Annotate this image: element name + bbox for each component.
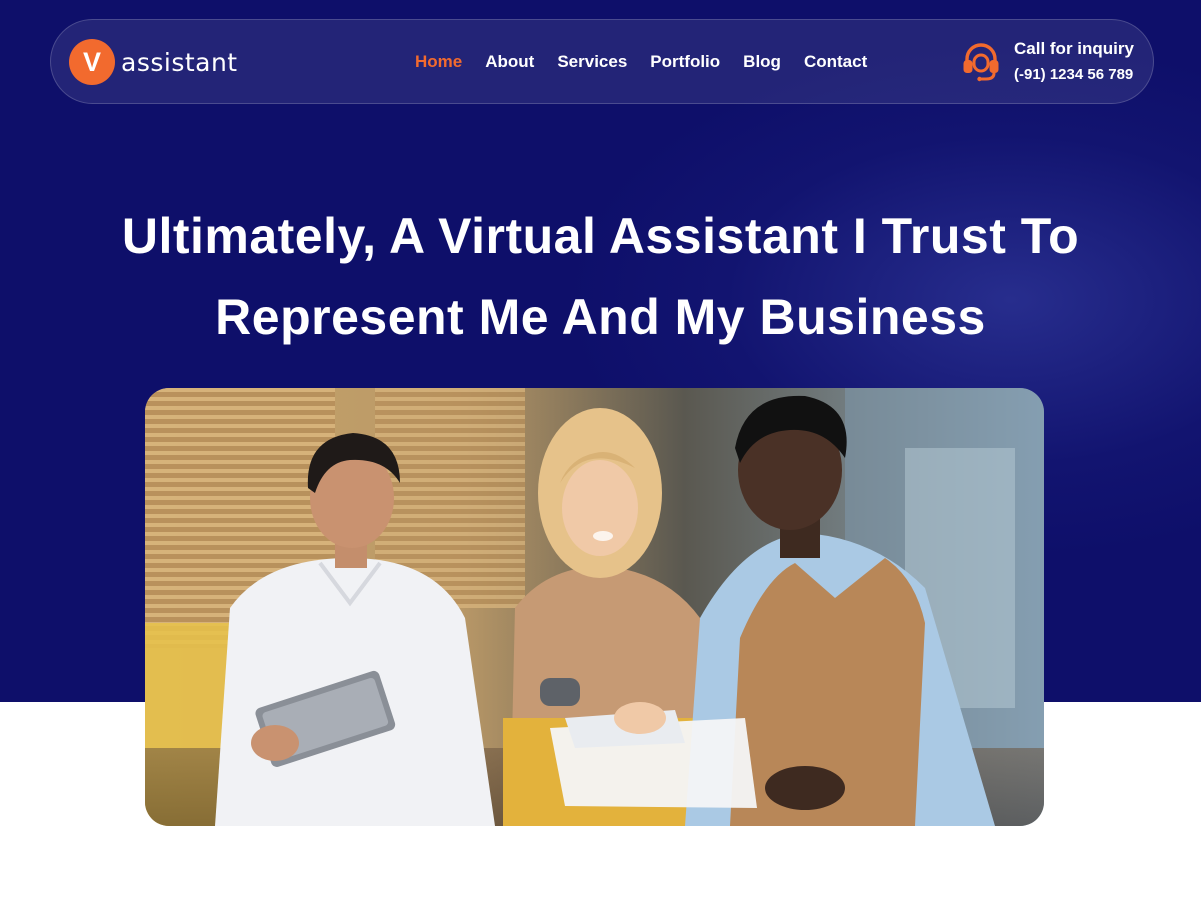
nav-link-blog[interactable]: Blog [743,52,781,72]
nav-link-contact[interactable]: Contact [804,52,867,72]
main-nav: Home About Services Portfolio Blog Conta… [415,20,867,103]
hero-headline-line-1: Ultimately, A Virtual Assistant I Trust … [121,208,1080,264]
hero-headline-line-2: Represent Me And My Business [215,289,986,345]
nav-link-services[interactable]: Services [557,52,627,72]
office-team-illustration [145,388,1044,826]
nav-link-portfolio[interactable]: Portfolio [650,52,720,72]
logo[interactable]: V assistant [69,39,238,85]
logo-mark: V [69,39,115,85]
logo-text: assistant [121,47,238,77]
navbar: V assistant Home About Services Portfoli… [50,19,1154,104]
inquiry-phone[interactable]: (-91) 1234 56 789 [1014,63,1134,87]
inquiry-title: Call for inquiry [1014,38,1134,58]
nav-link-about[interactable]: About [485,52,534,72]
hero-headline: Ultimately, A Virtual Assistant I Trust … [40,196,1161,358]
headset-icon [963,43,999,82]
hero-photo [145,388,1044,826]
inquiry-contact[interactable]: Call for inquiry (-91) 1234 56 789 [960,38,1134,86]
nav-link-home[interactable]: Home [415,52,462,72]
